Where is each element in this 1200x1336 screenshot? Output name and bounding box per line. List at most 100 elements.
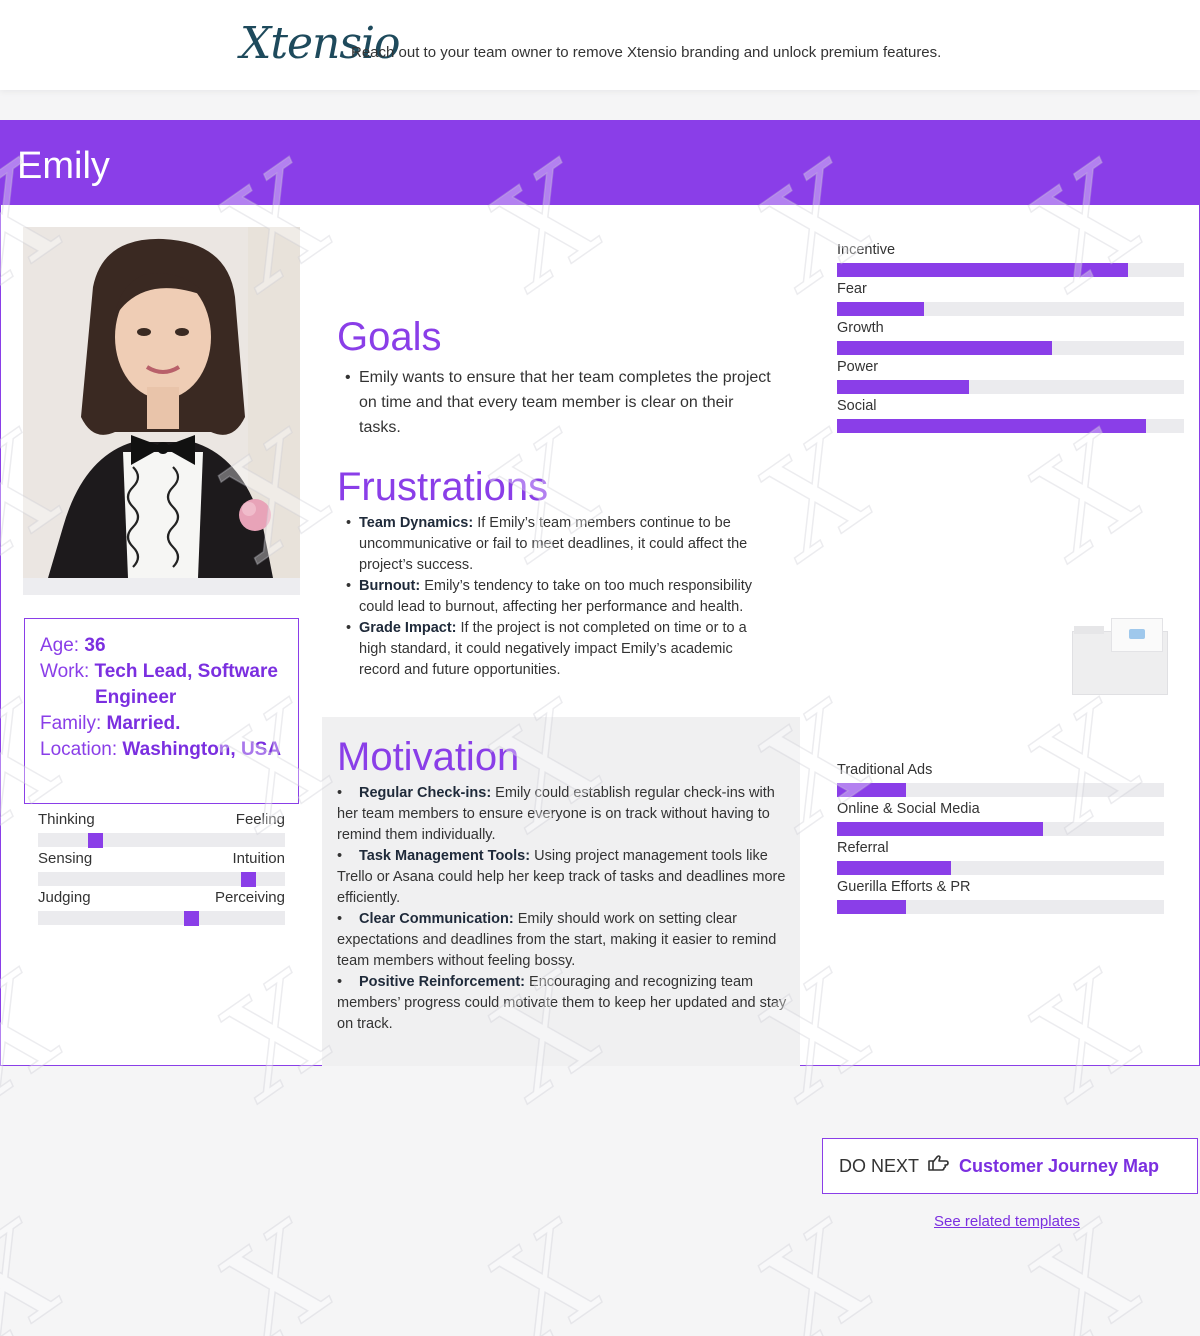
slider-knob[interactable] bbox=[87, 833, 103, 848]
bar-track[interactable] bbox=[837, 783, 1164, 797]
do-next-button[interactable]: DO NEXT Customer Journey Map bbox=[822, 1138, 1198, 1194]
bar-track[interactable] bbox=[837, 822, 1164, 836]
bar-label: Referral bbox=[837, 840, 889, 856]
work-value-line1[interactable]: Tech Lead, Software bbox=[95, 661, 278, 682]
branding-banner: Xtensio Reach out to your team owner to … bbox=[0, 0, 1200, 90]
bar-track[interactable] bbox=[837, 380, 1184, 394]
bar-label: Power bbox=[837, 359, 879, 375]
slider-track[interactable] bbox=[38, 911, 285, 926]
bar-track[interactable] bbox=[837, 302, 1184, 316]
bullet: • bbox=[337, 911, 343, 927]
bar-fill bbox=[837, 861, 952, 875]
item-heading: Grade Impact: bbox=[359, 620, 457, 636]
motivation-bar-growth: Growth bbox=[837, 320, 1184, 355]
watermark-logo: X bbox=[464, 1196, 629, 1336]
channel-bar-referral: Referral bbox=[837, 840, 1164, 875]
persona-header: Emily bbox=[1, 121, 1199, 205]
bar-track[interactable] bbox=[837, 900, 1164, 914]
bar-label: Incentive bbox=[837, 242, 896, 258]
list-item: Burnout: Emily’s tendency to take on too… bbox=[337, 576, 777, 618]
motivation-bar-power: Power bbox=[837, 359, 1184, 394]
bar-fill bbox=[837, 341, 1053, 355]
placeholder-image-thumb bbox=[1111, 618, 1163, 652]
family-value[interactable]: Married. bbox=[107, 713, 181, 734]
list-item: • Regular Check-ins: Emily could establis… bbox=[337, 783, 787, 846]
demographics-box: Age: 36 Work: Tech Lead, Software Engine… bbox=[24, 618, 299, 804]
personality-slider-judging-perceiving: Judging Perceiving bbox=[38, 889, 285, 926]
bullet: • bbox=[337, 785, 343, 801]
image-placeholder-icon[interactable] bbox=[1072, 618, 1168, 695]
bullet: • bbox=[337, 848, 343, 864]
bullet: • bbox=[337, 974, 343, 990]
portrait-illustration bbox=[23, 227, 300, 578]
placeholder-folder-tab bbox=[1074, 626, 1104, 634]
age-value[interactable]: 36 bbox=[84, 635, 105, 656]
bar-track[interactable] bbox=[837, 341, 1184, 355]
motivation-title[interactable]: Motivation bbox=[337, 735, 519, 780]
slider-left-label: Thinking bbox=[38, 811, 95, 828]
channel-bar-online-social: Online & Social Media bbox=[837, 801, 1164, 836]
location-label: Location: bbox=[40, 739, 118, 760]
slider-left-label: Judging bbox=[38, 889, 91, 906]
list-item: • Clear Communication: Emily should work … bbox=[337, 909, 787, 972]
item-heading: Positive Reinforcement: bbox=[359, 974, 525, 990]
bar-label: Growth bbox=[837, 320, 884, 336]
location-value[interactable]: Washington, USA bbox=[122, 739, 281, 760]
location-row: Location: Washington, USA bbox=[40, 737, 298, 763]
bar-track[interactable] bbox=[837, 263, 1184, 277]
bar-fill bbox=[837, 822, 1043, 836]
goals-title[interactable]: Goals bbox=[337, 315, 442, 360]
frustrations-list[interactable]: Team Dynamics: If Emily’s team members c… bbox=[337, 513, 777, 681]
slider-left-label: Sensing bbox=[38, 850, 93, 867]
pointing-hand-icon bbox=[927, 1154, 949, 1178]
item-heading: Clear Communication: bbox=[359, 911, 514, 927]
persona-photo[interactable] bbox=[23, 227, 300, 578]
bar-fill bbox=[837, 263, 1129, 277]
bar-fill bbox=[837, 419, 1146, 433]
persona-card: Emily Age: 36 Work: Tech Lead, Software … bbox=[0, 120, 1200, 1066]
item-heading: Burnout: bbox=[359, 578, 421, 594]
branding-message: Reach out to your team owner to remove X… bbox=[351, 44, 942, 61]
work-value-line2[interactable]: Engineer bbox=[40, 685, 298, 711]
list-item: Team Dynamics: If Emily’s team members c… bbox=[337, 513, 777, 576]
bar-label: Fear bbox=[837, 281, 867, 297]
bar-fill bbox=[837, 380, 969, 394]
slider-track[interactable] bbox=[38, 872, 285, 887]
slider-track[interactable] bbox=[38, 833, 285, 848]
motivation-bar-incentive: Incentive bbox=[837, 242, 1184, 277]
bar-label: Online & Social Media bbox=[837, 801, 980, 817]
bar-label: Traditional Ads bbox=[837, 762, 933, 778]
watermark-logo: X bbox=[194, 1196, 359, 1336]
age-label: Age: bbox=[40, 635, 80, 656]
list-item: • Positive Reinforcement: Encouraging and… bbox=[337, 972, 787, 1035]
bar-fill bbox=[837, 900, 906, 914]
slider-knob[interactable] bbox=[240, 872, 256, 887]
list-item: Grade Impact: If the project is not comp… bbox=[337, 618, 777, 681]
item-heading: Task Management Tools: bbox=[359, 848, 531, 864]
list-item: Emily wants to ensure that her team comp… bbox=[337, 365, 777, 440]
channel-bar-guerilla: Guerilla Efforts & PR bbox=[837, 879, 1164, 914]
item-heading: Regular Check-ins: bbox=[359, 785, 492, 801]
family-row: Family: Married. bbox=[40, 711, 298, 737]
work-label: Work: bbox=[40, 661, 90, 682]
slider-knob[interactable] bbox=[184, 911, 200, 926]
bar-label: Guerilla Efforts & PR bbox=[837, 879, 971, 895]
motivation-list[interactable]: • Regular Check-ins: Emily could establis… bbox=[337, 783, 787, 1035]
slider-right-label: Perceiving bbox=[214, 889, 285, 906]
motivation-bar-social: Social bbox=[837, 398, 1184, 433]
see-related-templates-link[interactable]: See related templates bbox=[934, 1213, 1080, 1230]
personality-slider-sensing-intuition: Sensing Intuition bbox=[38, 850, 285, 887]
bar-track[interactable] bbox=[837, 419, 1184, 433]
persona-name[interactable]: Emily bbox=[17, 145, 110, 188]
watermark-logo: X bbox=[734, 1196, 899, 1336]
bar-track[interactable] bbox=[837, 861, 1164, 875]
slider-right-label: Intuition bbox=[232, 850, 285, 867]
motivation-bar-fear: Fear bbox=[837, 281, 1184, 316]
family-label: Family: bbox=[40, 713, 102, 734]
age-row: Age: 36 bbox=[40, 633, 298, 659]
list-item: • Task Management Tools: Using project ma… bbox=[337, 846, 787, 909]
customer-journey-map-link[interactable]: Customer Journey Map bbox=[959, 1156, 1159, 1177]
frustrations-title[interactable]: Frustrations bbox=[337, 465, 548, 510]
goals-list[interactable]: Emily wants to ensure that her team comp… bbox=[337, 365, 777, 440]
channel-bar-traditional-ads: Traditional Ads bbox=[837, 762, 1164, 797]
